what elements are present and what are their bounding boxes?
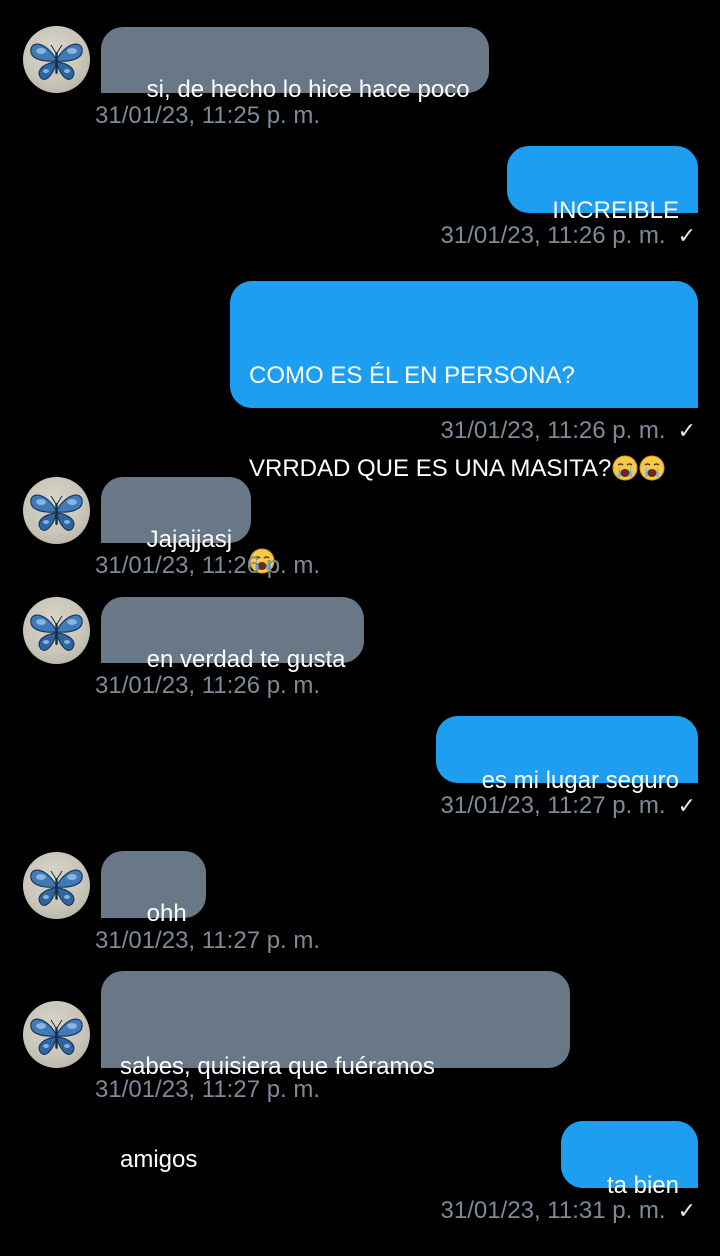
message-timestamp: 31/01/23, 11:26 p. m. xyxy=(440,417,666,444)
message-text: ta bien xyxy=(606,1172,679,1199)
message-timestamp: 31/01/23, 11:27 p. m. xyxy=(440,792,666,819)
check-icon: ✓ xyxy=(677,1198,696,1223)
message-timestamp-row: 31/01/23, 11:26 p. m. ✓ xyxy=(441,222,696,250)
message-bubble[interactable]: ta bien xyxy=(561,1121,698,1199)
contact-avatar[interactable] xyxy=(23,852,90,919)
message-text: si, de hecho lo hice hace poco xyxy=(146,76,470,103)
message-timestamp: 31/01/23, 11:27 p. m. xyxy=(95,1076,321,1103)
message-bubble[interactable]: INCREIBLE xyxy=(506,146,698,224)
contact-avatar[interactable] xyxy=(23,1001,90,1068)
message-bubble[interactable]: es mi lugar seguro xyxy=(435,716,698,794)
message-timestamp: 31/01/23, 11:31 p. m. xyxy=(440,1197,666,1224)
crying-face-emoji-icon xyxy=(612,455,638,481)
message-text-line: VRRDAD QUE ES UNA MASITA? xyxy=(249,453,679,484)
message-text: es mi lugar seguro xyxy=(481,767,679,794)
butterfly-icon xyxy=(23,597,90,664)
message-text: VRRDAD QUE ES UNA MASITA? xyxy=(249,455,612,482)
message-timestamp: 31/01/23, 11:26 p. m. xyxy=(440,222,666,249)
butterfly-icon xyxy=(23,852,90,919)
butterfly-icon xyxy=(23,1001,90,1068)
crying-face-emoji-icon xyxy=(639,455,665,481)
check-icon: ✓ xyxy=(677,418,696,443)
message-timestamp: 31/01/23, 11:27 p. m. xyxy=(95,927,321,954)
message-text: en verdad te gusta xyxy=(146,646,346,673)
message-bubble[interactable]: Jajajjasj xyxy=(101,477,252,553)
message-timestamp-row: 31/01/23, 11:31 p. m. ✓ xyxy=(441,1197,696,1225)
message-bubble[interactable]: COMO ES ÉL EN PERSONA? VRRDAD QUE ES UNA… xyxy=(230,281,698,408)
message-timestamp: 31/01/23, 11:26 p. m. xyxy=(95,672,321,699)
check-icon: ✓ xyxy=(677,793,696,818)
message-bubble[interactable]: si, de hecho lo hice hace poco xyxy=(101,27,489,103)
message-timestamp: 31/01/23, 11:25 p. m. xyxy=(95,102,321,129)
contact-avatar[interactable] xyxy=(23,26,90,93)
message-bubble[interactable]: ohh xyxy=(101,851,206,927)
message-text: ohh xyxy=(146,900,187,927)
contact-avatar[interactable] xyxy=(23,477,90,544)
message-text: INCREIBLE xyxy=(552,197,679,224)
message-timestamp-row: 31/01/23, 11:26 p. m. ✓ xyxy=(441,417,696,445)
butterfly-icon xyxy=(23,26,90,93)
message-timestamp-row: 31/01/23, 11:27 p. m. ✓ xyxy=(441,792,696,820)
message-text: Jajajjasj xyxy=(146,526,233,553)
message-bubble[interactable]: en verdad te gusta xyxy=(101,597,365,673)
message-bubble[interactable]: sabes, quisiera que fuéramos amigos xyxy=(101,971,570,1173)
message-timestamp: 31/01/23, 11:26 p. m. xyxy=(95,552,321,579)
message-text-line: COMO ES ÉL EN PERSONA? xyxy=(249,362,575,389)
butterfly-icon xyxy=(23,477,90,544)
message-text-line: amigos xyxy=(120,1146,198,1173)
contact-avatar[interactable] xyxy=(23,597,90,664)
check-icon: ✓ xyxy=(677,223,696,248)
